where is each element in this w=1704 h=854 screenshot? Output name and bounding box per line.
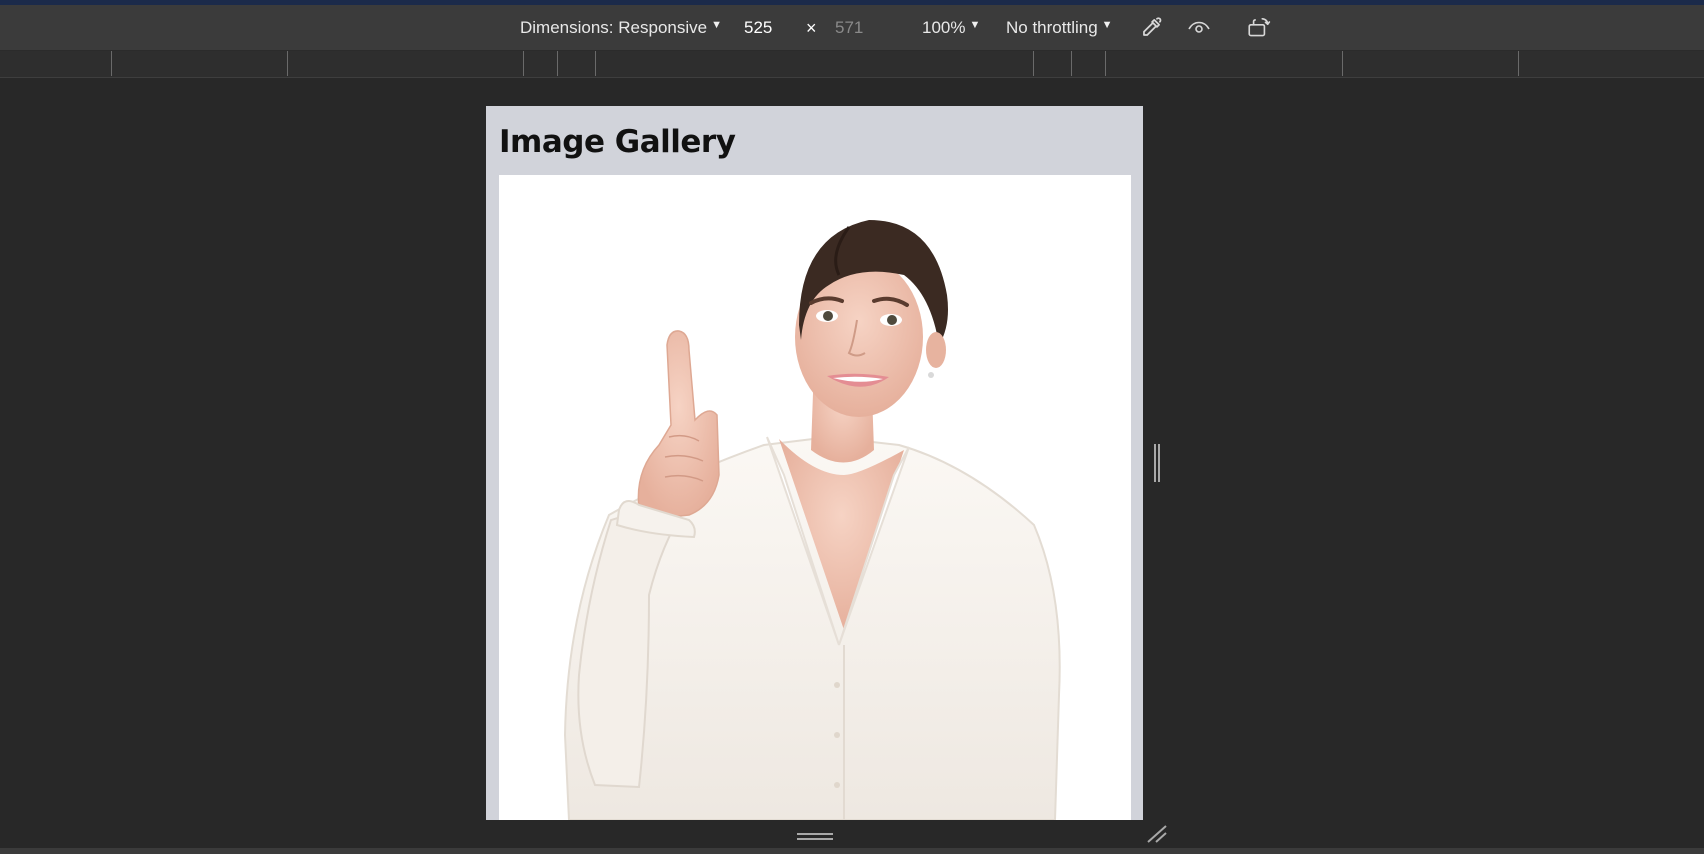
dimension-separator: × bbox=[806, 5, 817, 51]
ruler-tick bbox=[595, 51, 596, 76]
device-toolbar: Dimensions: Responsive ▼ 525 × 571 100% … bbox=[0, 5, 1704, 51]
height-input[interactable]: 571 bbox=[835, 5, 863, 51]
dimensions-dropdown[interactable]: Dimensions: Responsive ▼ bbox=[520, 5, 722, 51]
ruler-tick bbox=[1105, 51, 1106, 76]
resize-handle-right[interactable] bbox=[1153, 444, 1161, 482]
throttling-label: No throttling bbox=[1006, 18, 1098, 37]
caret-down-icon: ▼ bbox=[1101, 19, 1113, 31]
ruler-tick bbox=[1033, 51, 1034, 76]
caret-down-icon: ▼ bbox=[969, 19, 981, 31]
ruler-tick bbox=[1071, 51, 1072, 76]
caret-down-icon: ▼ bbox=[711, 19, 722, 31]
throttling-dropdown[interactable]: No throttling ▼ bbox=[1006, 5, 1113, 51]
media-query-ruler[interactable] bbox=[0, 51, 1704, 78]
dimensions-label: Dimensions: Responsive bbox=[520, 18, 708, 37]
ruler-tick bbox=[111, 51, 112, 76]
resize-handle-bottom[interactable] bbox=[797, 829, 833, 840]
resize-handle-corner[interactable] bbox=[1146, 824, 1168, 844]
width-value: 525 bbox=[744, 18, 773, 37]
eye-icon[interactable] bbox=[1181, 10, 1217, 46]
ruler-tick bbox=[287, 51, 288, 76]
ruler-tick bbox=[557, 51, 558, 76]
rotate-device-icon[interactable] bbox=[1241, 10, 1277, 46]
gallery-image[interactable] bbox=[499, 175, 1131, 820]
times-symbol: × bbox=[806, 17, 817, 38]
ruler-tick bbox=[523, 51, 524, 76]
page-viewport[interactable]: Image Gallery bbox=[486, 106, 1143, 820]
zoom-label: 100% bbox=[922, 18, 966, 37]
height-value: 571 bbox=[835, 18, 864, 37]
woman-photo bbox=[499, 175, 1131, 820]
ruler-tick bbox=[1342, 51, 1343, 76]
ruler-tick bbox=[1518, 51, 1519, 76]
page-title: Image Gallery bbox=[499, 124, 736, 160]
zoom-dropdown[interactable]: 100% ▼ bbox=[922, 5, 980, 51]
eyedropper-icon[interactable] bbox=[1133, 10, 1169, 46]
bottom-panel-edge bbox=[0, 848, 1704, 854]
width-input[interactable]: 525 bbox=[744, 5, 772, 51]
